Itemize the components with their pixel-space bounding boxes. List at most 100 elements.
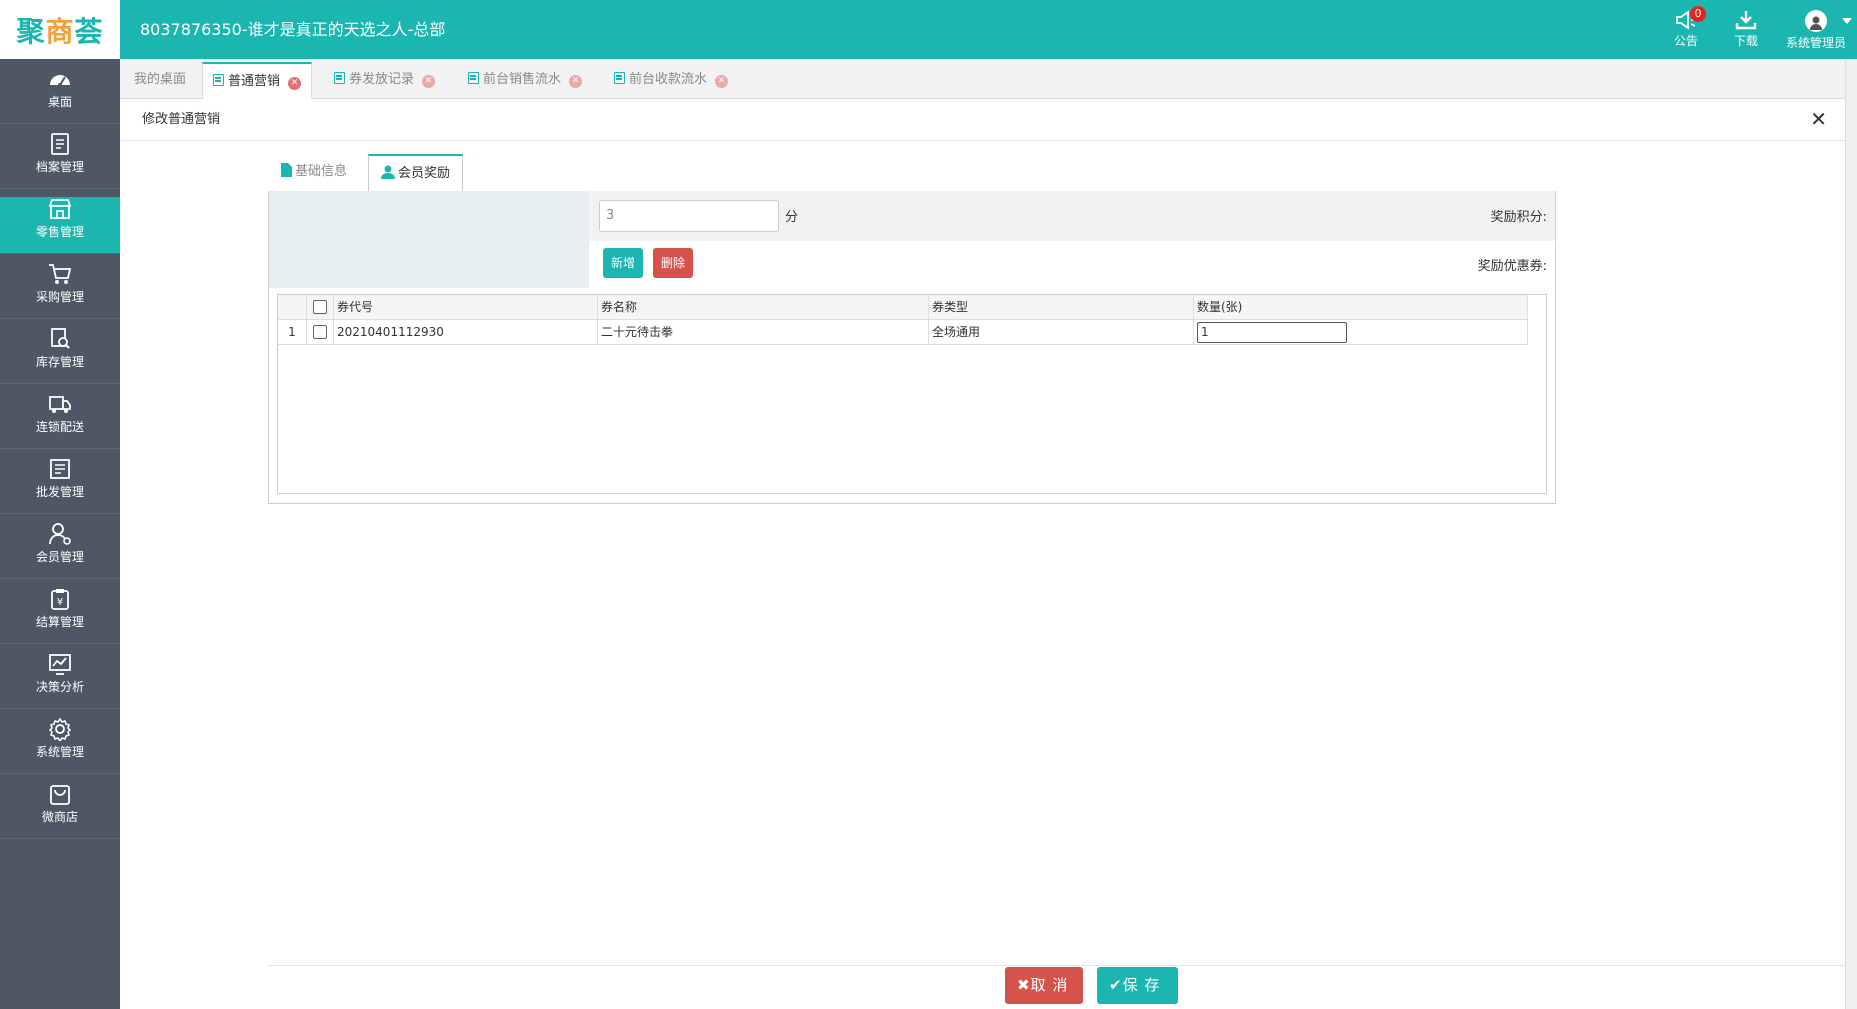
row-checkbox[interactable] [313, 325, 327, 339]
form-tabs: 基础信息 会员奖励 [268, 152, 1556, 192]
coupon-label: 奖励优惠券: [1477, 259, 1547, 274]
page-title: 修改普通营销 [142, 112, 221, 127]
sidebar-item-label: 连锁配送 [35, 420, 84, 434]
tab-label: 基础信息 [295, 164, 348, 179]
tab-label: 前台销售流水 [483, 72, 562, 87]
header-title: 8037876350-谁才是真正的天选之人-总部 [140, 20, 446, 39]
close-tab-icon[interactable]: ✕ [569, 75, 583, 88]
delete-coupon-button[interactable]: 删除 [653, 248, 694, 278]
download-button[interactable]: 下载 [1718, 6, 1774, 52]
app-logo[interactable]: 聚商荟 [0, 0, 120, 59]
cart-icon [49, 264, 72, 284]
points-label: 奖励积分: [1490, 210, 1547, 225]
notice-label: 公告 [1673, 34, 1698, 48]
member-reward-panel: 奖励积分: 3 分 奖励优惠券: 新增 删除 券代号 券名称 券类型 数量(张)… [268, 191, 1556, 504]
inventory-icon [51, 328, 70, 349]
points-unit: 分 [785, 210, 799, 225]
sidebar-item-wholesale[interactable]: 批发管理 [0, 457, 120, 514]
user-icon [381, 165, 395, 179]
file-icon [281, 163, 292, 177]
coupon-name-cell: 二十元待击拳 [598, 320, 929, 345]
member-icon [49, 523, 71, 545]
settlement-icon: ¥ [51, 589, 69, 610]
dashboard-icon [50, 75, 70, 87]
logo-char-3: 荟 [74, 14, 104, 48]
document-icon [213, 74, 224, 86]
tab-general-marketing[interactable]: 普通营销 ✕ [202, 62, 313, 100]
avatar [1805, 10, 1827, 32]
sidebar: 桌面 档案管理 零售管理 采购管理 库存管理 连锁配送 批发管理 会员管理 ¥ … [0, 59, 120, 1009]
column-header[interactable]: 数量(张) [1194, 295, 1528, 320]
tab-coupon-records[interactable]: 券发放记录 ✕ [324, 62, 445, 99]
page-titlebar: 修改普通营销 ✕ [120, 99, 1845, 141]
document-icon [334, 72, 345, 84]
tab-member-reward[interactable]: 会员奖励 [368, 154, 464, 192]
tab-label: 我的桌面 [134, 72, 187, 87]
chevron-down-icon [1842, 18, 1852, 24]
coupon-code-cell: 20210401112930 [334, 320, 598, 345]
download-icon [1735, 11, 1757, 30]
tab-label: 前台收款流水 [629, 72, 708, 87]
row-number-header [278, 295, 307, 320]
tab-label: 普通营销 [228, 74, 281, 89]
sidebar-item-system[interactable]: 系统管理 [0, 717, 120, 774]
sidebar-item-desktop[interactable]: 桌面 [0, 67, 120, 124]
column-header[interactable]: 券类型 [929, 295, 1194, 320]
tab-label: 会员奖励 [398, 166, 451, 181]
sidebar-item-label: 结算管理 [35, 615, 84, 629]
column-header[interactable]: 券代号 [334, 295, 598, 320]
svg-text:¥: ¥ [57, 597, 63, 608]
tab-basic-info[interactable]: 基础信息 [268, 154, 359, 192]
sidebar-item-settlement[interactable]: ¥ 结算管理 [0, 587, 120, 644]
sidebar-item-microstore[interactable]: 微商店 [0, 782, 120, 839]
sidebar-item-label: 系统管理 [35, 745, 84, 759]
document-icon [614, 72, 625, 84]
sidebar-item-retail[interactable]: 零售管理 [0, 197, 120, 254]
close-tab-icon[interactable]: ✕ [288, 77, 302, 90]
quantity-cell: 1 [1194, 320, 1528, 345]
sidebar-item-label: 批发管理 [35, 485, 84, 499]
sidebar-item-inventory[interactable]: 库存管理 [0, 327, 120, 384]
close-tab-icon[interactable]: ✕ [715, 75, 729, 88]
table-row[interactable]: 1 20210401112930 二十元待击拳 全场通用 1 [278, 320, 1528, 345]
tab-pos-payment-flow[interactable]: 前台收款流水 ✕ [604, 62, 738, 99]
close-tab-icon[interactable]: ✕ [422, 75, 436, 88]
document-icon [468, 72, 479, 84]
close-icon[interactable]: ✕ [1810, 109, 1827, 129]
add-coupon-button[interactable]: 新增 [603, 248, 644, 278]
sidebar-item-archive[interactable]: 档案管理 [0, 132, 120, 189]
row-select-cell [307, 320, 334, 345]
sidebar-item-label: 档案管理 [35, 160, 84, 174]
sidebar-item-purchase[interactable]: 采购管理 [0, 262, 120, 319]
check-icon: ✔ [1109, 976, 1123, 994]
store-icon [48, 199, 72, 219]
sidebar-item-member[interactable]: 会员管理 [0, 522, 120, 579]
tab-pos-sales-flow[interactable]: 前台销售流水 ✕ [458, 62, 592, 99]
page-tabs: 我的桌面 普通营销 ✕ 券发放记录 ✕ 前台销售流水 ✕ 前台收款流水 ✕ [120, 59, 1857, 100]
tab-my-desktop[interactable]: 我的桌面 [124, 62, 196, 99]
sidebar-item-label: 库存管理 [35, 355, 84, 369]
select-all-cell [307, 295, 334, 320]
logo-char-1: 聚 [16, 14, 46, 48]
quantity-input[interactable]: 1 [1197, 322, 1347, 343]
top-header: 聚商荟 8037876350-谁才是真正的天选之人-总部 0 公告 下载 系统管… [0, 0, 1857, 59]
scrollbar[interactable] [1845, 59, 1857, 1009]
bag-icon [50, 785, 70, 805]
points-input[interactable]: 3 [599, 200, 779, 232]
sidebar-item-analysis[interactable]: 决策分析 [0, 652, 120, 709]
sidebar-item-distribution[interactable]: 连锁配送 [0, 392, 120, 449]
save-label: 保 存 [1122, 976, 1161, 994]
grid-header: 券代号 券名称 券类型 数量(张) [278, 295, 1528, 320]
sidebar-item-label: 会员管理 [35, 550, 84, 564]
save-button[interactable]: ✔保 存 [1097, 967, 1178, 1004]
archive-icon [51, 133, 69, 155]
user-menu[interactable]: 系统管理员 [1780, 6, 1852, 52]
tab-label: 券发放记录 [349, 72, 415, 87]
select-all-checkbox[interactable] [313, 300, 327, 314]
wholesale-icon [50, 459, 70, 479]
notice-badge: 0 [1690, 6, 1706, 22]
notice-button[interactable]: 0 公告 [1658, 6, 1714, 52]
cancel-button[interactable]: ✖取 消 [1005, 967, 1083, 1004]
column-header[interactable]: 券名称 [598, 295, 929, 320]
sidebar-item-label: 桌面 [47, 95, 72, 109]
